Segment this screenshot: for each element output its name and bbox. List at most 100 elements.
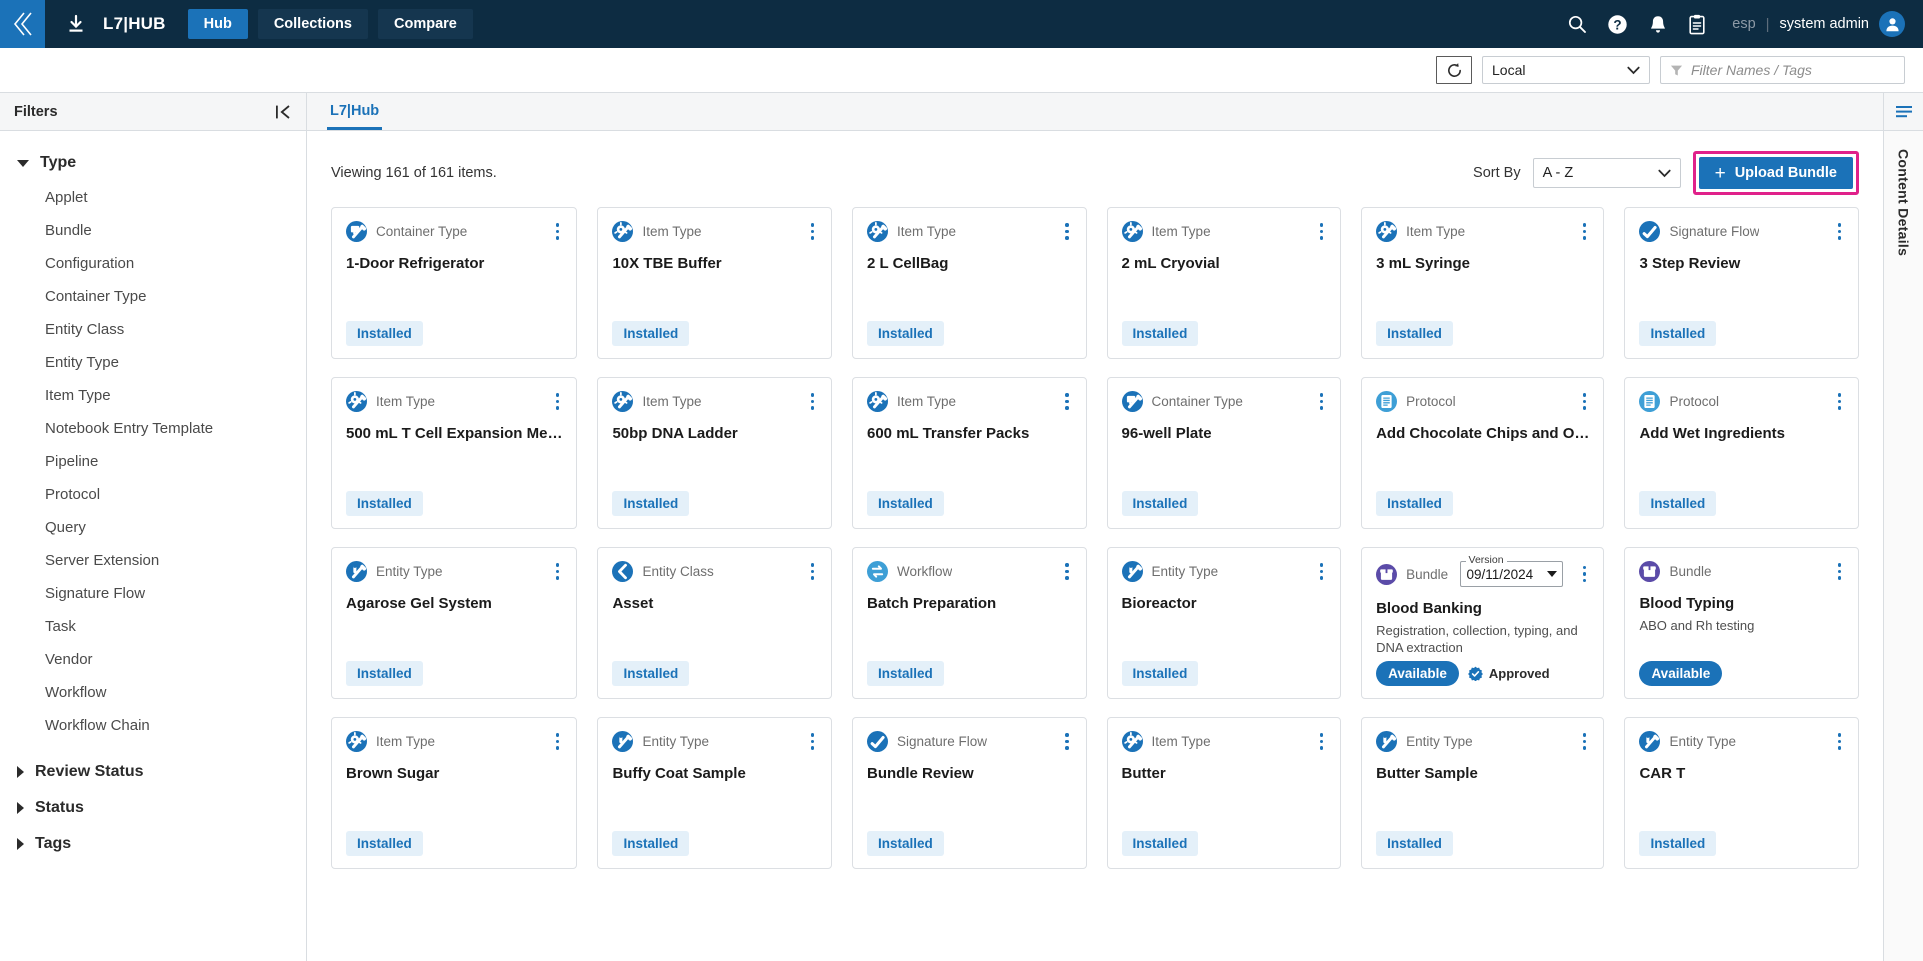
filter-group-review-status[interactable]: Review Status [0, 754, 306, 790]
card-more-options-icon[interactable] [1317, 221, 1327, 242]
content-card[interactable]: Entity Type Agarose Gel System Installed [331, 547, 578, 699]
filter-item-workflow[interactable]: Workflow [0, 676, 306, 709]
content-card[interactable]: Item Type 2 L CellBag Installed [852, 207, 1087, 359]
environment-select[interactable]: Local [1482, 56, 1650, 84]
content-card[interactable]: Item Type 2 mL Cryovial Installed [1106, 207, 1342, 359]
content-details-menu-button[interactable] [1884, 93, 1923, 131]
cards-scroll-area[interactable]: Container Type 1-Door Refrigerator Install… [307, 207, 1883, 961]
collapse-panel-icon[interactable] [275, 104, 292, 120]
status-badge: Installed [612, 661, 690, 686]
filter-item-task[interactable]: Task [0, 610, 306, 643]
content-card[interactable]: Item Type Butter Installed [1106, 717, 1342, 869]
help-icon[interactable]: ? [1607, 14, 1628, 35]
search-icon[interactable] [1567, 14, 1587, 34]
content-card[interactable]: Bundle Version 09/11/2024 Blood Banking Regi… [1361, 547, 1605, 699]
status-badge: Installed [1376, 321, 1453, 346]
download-icon [63, 11, 89, 37]
filter-item-entity-type[interactable]: Entity Type [0, 346, 306, 379]
card-more-options-icon[interactable] [808, 221, 818, 242]
content-card[interactable]: Entity Class Asset Installed [597, 547, 832, 699]
filter-item-notebook-entry-template[interactable]: Notebook Entry Template [0, 412, 306, 445]
content-card[interactable]: Entity Type Bioreactor Installed [1106, 547, 1342, 699]
content-card[interactable]: Workflow Batch Preparation Installed [852, 547, 1087, 699]
filter-item-workflow-chain[interactable]: Workflow Chain [0, 709, 306, 742]
card-more-options-icon[interactable] [1835, 561, 1845, 582]
filter-item-query[interactable]: Query [0, 511, 306, 544]
filter-group-type[interactable]: Type [0, 145, 306, 181]
filter-item-entity-class[interactable]: Entity Class [0, 313, 306, 346]
version-select[interactable]: Version 09/11/2024 [1459, 554, 1563, 587]
filter-item-vendor[interactable]: Vendor [0, 643, 306, 676]
card-more-options-icon[interactable] [1835, 221, 1845, 242]
card-title: 3 Step Review [1639, 255, 1741, 272]
card-more-options-icon[interactable] [808, 561, 818, 582]
nav-tab-compare[interactable]: Compare [377, 9, 473, 39]
content-details-label[interactable]: Content Details [1896, 149, 1912, 256]
card-more-options-icon[interactable] [553, 731, 563, 752]
user-account-block[interactable]: esp | system admin [1732, 11, 1905, 37]
content-card[interactable]: Item Type 500 mL T Cell Expansion Me… Inst… [331, 377, 578, 529]
filter-item-item-type[interactable]: Item Type [0, 379, 306, 412]
filter-names-tags-input[interactable]: Filter Names / Tags [1660, 56, 1905, 84]
sort-by-select[interactable]: A - Z [1532, 158, 1681, 188]
card-more-options-icon[interactable] [1317, 561, 1327, 582]
filter-item-pipeline[interactable]: Pipeline [0, 445, 306, 478]
filter-item-container-type[interactable]: Container Type [0, 280, 306, 313]
bell-icon[interactable] [1648, 14, 1668, 35]
nav-tab-collections[interactable]: Collections [257, 9, 368, 39]
filter-item-signature-flow[interactable]: Signature Flow [0, 577, 306, 610]
content-card[interactable]: Container Type 96-well Plate Installed [1106, 377, 1342, 529]
status-badge: Installed [612, 831, 690, 856]
card-more-options-icon[interactable] [1317, 391, 1327, 412]
filter-item-applet[interactable]: Applet [0, 181, 306, 214]
content-card[interactable]: Item Type 600 mL Transfer Packs Installed [852, 377, 1087, 529]
content-card[interactable]: Entity Type Butter Sample Installed [1361, 717, 1605, 869]
content-card[interactable]: Item Type 50bp DNA Ladder Installed [597, 377, 832, 529]
filter-group-label: Review Status [35, 763, 144, 780]
filter-item-server-extension[interactable]: Server Extension [0, 544, 306, 577]
content-card[interactable]: Item Type Brown Sugar Installed [331, 717, 578, 869]
content-card[interactable]: Signature Flow Bundle Review Installed [852, 717, 1087, 869]
card-more-options-icon[interactable] [1580, 221, 1590, 242]
refresh-button[interactable] [1436, 56, 1472, 84]
item-type-icon [1121, 731, 1143, 752]
content-card[interactable]: Bundle Blood Typing ABO and Rh testing Avai… [1624, 547, 1859, 699]
card-more-options-icon[interactable] [1835, 731, 1845, 752]
content-card[interactable]: Item Type 10X TBE Buffer Installed [597, 207, 832, 359]
card-more-options-icon[interactable] [1580, 564, 1590, 585]
tab-l7-hub[interactable]: L7|Hub [327, 103, 383, 130]
content-card[interactable]: Container Type 1-Door Refrigerator Install… [331, 207, 578, 359]
content-card[interactable]: Entity Type CAR T Installed [1624, 717, 1859, 869]
upload-bundle-button[interactable]: + Upload Bundle [1698, 157, 1853, 189]
card-more-options-icon[interactable] [553, 391, 563, 412]
user-avatar-icon[interactable] [1879, 11, 1905, 37]
filter-item-bundle[interactable]: Bundle [0, 214, 306, 247]
card-more-options-icon[interactable] [553, 221, 563, 242]
status-badge: Installed [867, 831, 944, 856]
card-more-options-icon[interactable] [553, 561, 563, 582]
content-card[interactable]: Entity Type Buffy Coat Sample Installed [597, 717, 832, 869]
content-card[interactable]: Protocol Add Wet Ingredients Installed [1624, 377, 1859, 529]
clipboard-icon[interactable] [1688, 14, 1706, 35]
card-more-options-icon[interactable] [1835, 391, 1845, 412]
sidebar-collapse-button[interactable] [0, 0, 45, 48]
filter-group-tags[interactable]: Tags [0, 826, 306, 862]
card-more-options-icon[interactable] [1062, 221, 1072, 242]
card-more-options-icon[interactable] [808, 731, 818, 752]
card-more-options-icon[interactable] [808, 391, 818, 412]
nav-tab-hub[interactable]: Hub [187, 9, 248, 39]
card-footer: Installed [1376, 491, 1589, 516]
filter-item-protocol[interactable]: Protocol [0, 478, 306, 511]
filter-item-configuration[interactable]: Configuration [0, 247, 306, 280]
card-more-options-icon[interactable] [1062, 391, 1072, 412]
content-card[interactable]: Signature Flow 3 Step Review Installed [1624, 207, 1859, 359]
filter-group-status[interactable]: Status [0, 790, 306, 826]
card-more-options-icon[interactable] [1062, 561, 1072, 582]
card-more-options-icon[interactable] [1062, 731, 1072, 752]
card-more-options-icon[interactable] [1580, 731, 1590, 752]
content-card[interactable]: Item Type 3 mL Syringe Installed [1361, 207, 1605, 359]
card-header: Bundle Version 09/11/2024 [1376, 554, 1590, 587]
card-more-options-icon[interactable] [1580, 391, 1590, 412]
content-card[interactable]: Protocol Add Chocolate Chips and O… Instal… [1361, 377, 1605, 529]
card-more-options-icon[interactable] [1317, 731, 1327, 752]
